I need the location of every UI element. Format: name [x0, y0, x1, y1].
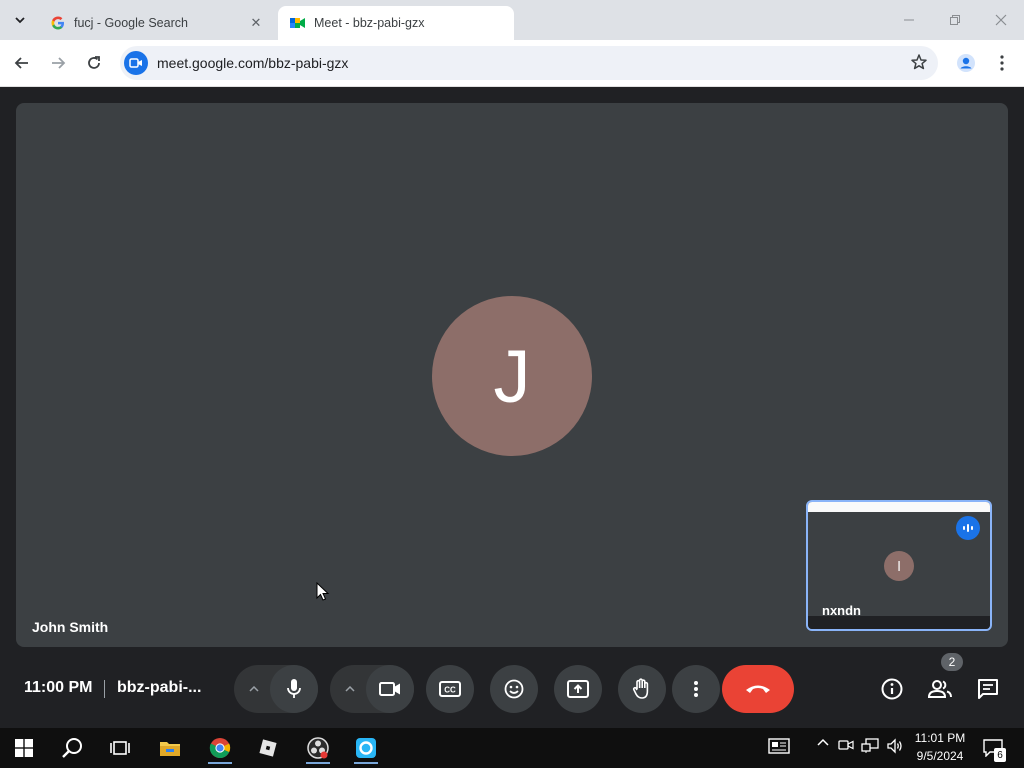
video-options-button[interactable]	[332, 665, 368, 713]
back-arrow-icon	[14, 57, 28, 69]
tab-google-search[interactable]: fucj - Google Search ✕	[38, 6, 274, 40]
taskbar-clock[interactable]: 11:01 PM	[912, 731, 968, 745]
self-view-avatar: l	[884, 551, 914, 581]
tab-strip: fucj - Google Search ✕ Meet - bbz-pabi-g…	[0, 0, 1024, 40]
taskbar-search-button[interactable]	[52, 732, 92, 764]
participant-avatar: J	[432, 296, 592, 456]
roblox-taskbar-button[interactable]	[248, 732, 288, 764]
obs-taskbar-button[interactable]	[298, 732, 338, 764]
kebab-menu-icon	[1000, 55, 1004, 71]
task-view-button[interactable]	[100, 732, 140, 764]
start-button[interactable]	[4, 732, 44, 764]
address-bar[interactable]: meet.google.com/bbz-pabi-gzx	[120, 46, 938, 80]
chat-button[interactable]	[964, 665, 1012, 713]
meeting-controls-bar: 11:00 PM bbz-pabi-... CC 2	[0, 647, 1024, 728]
news-widget-icon[interactable]	[766, 738, 792, 754]
minimize-icon	[904, 19, 914, 21]
browser-toolbar: meet.google.com/bbz-pabi-gzx	[0, 40, 1024, 87]
people-icon	[927, 680, 952, 698]
leave-call-button[interactable]	[722, 665, 794, 713]
mic-icon	[287, 679, 301, 698]
close-icon	[995, 14, 1007, 26]
people-button[interactable]	[916, 665, 964, 713]
self-view-tile[interactable]: l nxndn	[806, 500, 992, 631]
windows-taskbar: 11:01 PM 9/5/2024 6	[0, 728, 1024, 768]
google-g-icon	[50, 15, 66, 31]
chat-icon	[978, 679, 998, 699]
self-view-controls-strip	[808, 616, 990, 629]
svg-text:CC: CC	[444, 686, 456, 695]
captions-button[interactable]: CC	[426, 665, 474, 713]
emoji-button[interactable]	[490, 665, 538, 713]
restore-button[interactable]	[932, 0, 978, 40]
obs-icon	[307, 737, 329, 759]
url-text: meet.google.com/bbz-pabi-gzx	[157, 55, 349, 71]
file-explorer-button[interactable]	[150, 732, 190, 764]
meet-tray-icon[interactable]	[836, 738, 856, 752]
file-explorer-icon	[160, 742, 180, 756]
forward-button[interactable]	[44, 49, 72, 77]
meet-site-icon[interactable]	[124, 51, 148, 75]
profile-icon	[957, 54, 975, 72]
network-icon[interactable]	[860, 738, 880, 754]
chevron-up-icon	[345, 686, 355, 692]
search-icon	[62, 738, 82, 758]
mic-button[interactable]	[270, 665, 318, 713]
participant-name: John Smith	[32, 619, 109, 635]
chrome-taskbar-button[interactable]	[200, 732, 240, 764]
hang-up-icon	[746, 685, 770, 693]
back-button[interactable]	[8, 49, 36, 77]
divider	[104, 680, 105, 698]
camera-button[interactable]	[366, 665, 414, 713]
reload-icon	[88, 56, 100, 69]
raise-hand-icon	[632, 678, 649, 699]
mouse-cursor-icon	[316, 582, 330, 601]
reload-button[interactable]	[80, 49, 108, 77]
close-window-button[interactable]	[978, 0, 1024, 40]
present-button[interactable]	[554, 665, 602, 713]
chrome-menu-button[interactable]	[988, 49, 1016, 77]
notification-count-badge: 6	[994, 748, 1006, 762]
show-hidden-icons-button[interactable]	[814, 738, 832, 746]
chevron-down-icon	[15, 17, 25, 24]
tab-title: Meet - bbz-pabi-gzx	[314, 16, 425, 30]
app-icon	[356, 738, 376, 758]
meeting-code: bbz-pabi-...	[117, 679, 202, 696]
info-icon	[881, 678, 903, 700]
profile-button[interactable]	[952, 49, 980, 77]
more-options-button[interactable]	[672, 665, 720, 713]
close-tab-icon[interactable]: ✕	[248, 15, 264, 31]
raise-hand-button[interactable]	[618, 665, 666, 713]
taskbar-date[interactable]: 9/5/2024	[908, 749, 972, 763]
chevron-up-icon	[817, 738, 829, 746]
tab-meet[interactable]: Meet - bbz-pabi-gzx	[278, 6, 514, 40]
camera-icon	[379, 682, 400, 696]
emoji-icon	[504, 679, 524, 699]
chrome-icon	[209, 738, 231, 759]
tab-search-button[interactable]	[8, 8, 32, 32]
audio-options-button[interactable]	[236, 665, 272, 713]
meet-icon	[290, 15, 306, 31]
task-view-icon	[110, 741, 130, 755]
self-view-browser-bar	[808, 502, 990, 512]
app-taskbar-button[interactable]	[346, 732, 386, 764]
more-options-icon	[694, 681, 698, 697]
captions-icon: CC	[439, 681, 461, 697]
chevron-up-icon	[249, 686, 259, 692]
meet-page: J John Smith l nxndn 11:00 PM bbz-pabi-.…	[0, 87, 1024, 728]
present-icon	[567, 680, 589, 698]
bookmark-star-icon[interactable]	[910, 53, 928, 71]
tab-title: fucj - Google Search	[74, 16, 188, 30]
meeting-details-button[interactable]	[868, 665, 916, 713]
windows-start-icon	[15, 739, 33, 757]
roblox-icon	[259, 739, 277, 757]
minimize-button[interactable]	[886, 0, 932, 40]
audio-level-icon	[956, 516, 980, 540]
volume-icon[interactable]	[884, 738, 906, 754]
forward-arrow-icon	[52, 57, 66, 69]
participant-count-badge: 2	[941, 653, 963, 671]
restore-icon	[950, 15, 960, 25]
meeting-clock: 11:00 PM	[24, 679, 93, 696]
